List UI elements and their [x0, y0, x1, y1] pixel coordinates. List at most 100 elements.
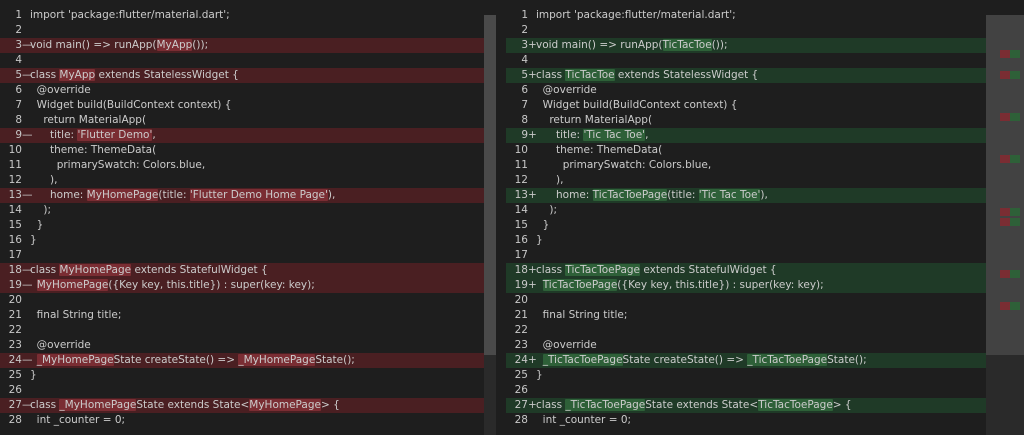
code-line[interactable]: 4 [0, 53, 484, 68]
code-line[interactable]: 7 Widget build(BuildContext context) { [0, 98, 484, 113]
code-token: return MaterialApp( [536, 114, 653, 126]
removed-line[interactable]: 27— class _MyHomePageState extends State<… [0, 398, 484, 413]
code-line[interactable]: 6 @override [506, 83, 998, 98]
overview-ruler[interactable] [986, 15, 1024, 435]
plus-marker-icon: + [528, 279, 537, 291]
removed-line[interactable]: 19— MyHomePage({Key key, this.title}) : … [0, 278, 484, 293]
code-line[interactable]: 11 primarySwatch: Colors.blue, [0, 158, 484, 173]
code-line[interactable]: 23 @override [506, 338, 998, 353]
code-line[interactable]: 25} [506, 368, 998, 383]
code-token: class [536, 399, 566, 411]
code-line[interactable]: 22 [506, 323, 998, 338]
removed-line[interactable]: 13— home: MyHomePage(title: 'Flutter Dem… [0, 188, 484, 203]
code-line[interactable]: 22 [0, 323, 484, 338]
line-number: 1 [15, 9, 22, 21]
code-line[interactable]: 16} [0, 233, 484, 248]
code-text: } [536, 368, 543, 383]
code-token: import 'package:flutter/material.dart'; [536, 9, 736, 21]
removed-line[interactable]: 3— void main() => runApp(MyApp()); [0, 38, 484, 53]
code-line[interactable]: 28 int _counter = 0; [506, 413, 998, 428]
code-line[interactable]: 16} [506, 233, 998, 248]
ruler-added-mark [1010, 208, 1020, 216]
code-line[interactable]: 20 [506, 293, 998, 308]
added-line[interactable]: 9 + title: 'Tic Tac Toe', [506, 128, 998, 143]
code-line[interactable]: 8 return MaterialApp( [506, 113, 998, 128]
code-token: home: [536, 189, 593, 201]
added-line[interactable]: 13 + home: TicTacToePage(title: 'Tic Tac … [506, 188, 998, 203]
added-line[interactable]: 3 + void main() => runApp(TicTacToe()); [506, 38, 998, 53]
code-line[interactable]: 1 import 'package:flutter/material.dart'; [506, 8, 998, 23]
line-number: 22 [514, 324, 528, 336]
removed-line[interactable]: 24— _MyHomePageState createState() => _M… [0, 353, 484, 368]
left-scrollbar-thumb[interactable] [484, 15, 496, 355]
ruler-removed-mark [1000, 218, 1010, 226]
removed-line[interactable]: 18— class MyHomePage extends StatefulWidg… [0, 263, 484, 278]
added-line[interactable]: 19 + TicTacToePage({Key key, this.title})… [506, 278, 998, 293]
line-number: 6 [521, 84, 528, 96]
minus-marker-icon: — [22, 264, 33, 276]
changed-token: TicTacToe [662, 39, 712, 51]
code-text: int _counter = 0; [30, 413, 125, 428]
code-text: int _counter = 0; [536, 413, 631, 428]
code-text: theme: ThemeData( [536, 143, 662, 158]
code-token: void main() => runApp( [536, 39, 663, 51]
added-line[interactable]: 5 + class TicTacToe extends StatelessWidge… [506, 68, 998, 83]
code-line[interactable]: 17 [506, 248, 998, 263]
code-line[interactable]: 14 ); [0, 203, 484, 218]
code-line[interactable]: 25} [0, 368, 484, 383]
diff-pane-original[interactable]: 1 import 'package:flutter/material.dart';… [0, 8, 484, 435]
code-line[interactable]: 1 import 'package:flutter/material.dart'; [0, 8, 484, 23]
code-token: ), [536, 174, 564, 186]
code-line[interactable]: 21 final String title; [506, 308, 998, 323]
added-line[interactable]: 27 + class _TicTacToePageState extends Sta… [506, 398, 998, 413]
code-token: } [30, 234, 37, 246]
code-token: theme: ThemeData( [536, 144, 663, 156]
code-line[interactable]: 26 [506, 383, 998, 398]
code-line[interactable]: 2 [0, 23, 484, 38]
code-text: class TicTacToePage extends StatefulWidg… [536, 263, 777, 278]
code-line[interactable]: 12 ), [506, 173, 998, 188]
code-line[interactable]: 10 theme: ThemeData( [506, 143, 998, 158]
code-line[interactable]: 6 @override [0, 83, 484, 98]
code-line[interactable]: 8 return MaterialApp( [0, 113, 484, 128]
code-line[interactable]: 28 int _counter = 0; [0, 413, 484, 428]
minus-marker-icon: — [22, 39, 33, 51]
code-token: } [536, 369, 543, 381]
removed-line[interactable]: 5— class MyApp extends StatelessWidget { [0, 68, 484, 83]
code-token: int _counter = 0; [30, 414, 126, 426]
plus-marker-icon: + [528, 129, 537, 141]
added-line[interactable]: 18 + class TicTacToePage extends StatefulW… [506, 263, 998, 278]
code-line[interactable]: 26 [0, 383, 484, 398]
ruler-added-mark [1010, 302, 1020, 310]
code-line[interactable]: 7 Widget build(BuildContext context) { [506, 98, 998, 113]
code-line[interactable]: 4 [506, 53, 998, 68]
code-line[interactable]: 15 } [0, 218, 484, 233]
code-line[interactable]: 12 ), [0, 173, 484, 188]
code-text: title: 'Tic Tac Toe', [536, 128, 648, 143]
code-line[interactable]: 11 primarySwatch: Colors.blue, [506, 158, 998, 173]
code-line[interactable]: 10 theme: ThemeData( [0, 143, 484, 158]
code-line[interactable]: 15 } [506, 218, 998, 233]
code-line[interactable]: 20 [0, 293, 484, 308]
code-token: extends StatelessWidget { [95, 69, 239, 81]
code-line[interactable]: 21 final String title; [0, 308, 484, 323]
line-number: 5 [15, 69, 22, 81]
changed-token: _MyHomePage [59, 399, 137, 411]
code-line[interactable]: 17 [0, 248, 484, 263]
code-line[interactable]: 23 @override [0, 338, 484, 353]
removed-line[interactable]: 9— title: 'Flutter Demo', [0, 128, 484, 143]
diff-pane-modified[interactable]: 1 import 'package:flutter/material.dart';… [506, 8, 998, 435]
code-token: extends StatefulWidget { [131, 264, 268, 276]
code-line[interactable]: 2 [506, 23, 998, 38]
minus-marker-icon: — [22, 279, 33, 291]
added-line[interactable]: 24 + _TicTacToePageState createState() =>… [506, 353, 998, 368]
left-scrollbar[interactable] [484, 15, 496, 435]
code-token: class [536, 69, 566, 81]
code-line[interactable]: 14 ); [506, 203, 998, 218]
code-token: theme: ThemeData( [30, 144, 157, 156]
line-number: 21 [514, 309, 528, 321]
line-number: 18 [8, 264, 22, 276]
code-token: ()); [711, 39, 728, 51]
code-text: import 'package:flutter/material.dart'; [30, 8, 230, 23]
ruler-removed-mark [1000, 155, 1010, 163]
